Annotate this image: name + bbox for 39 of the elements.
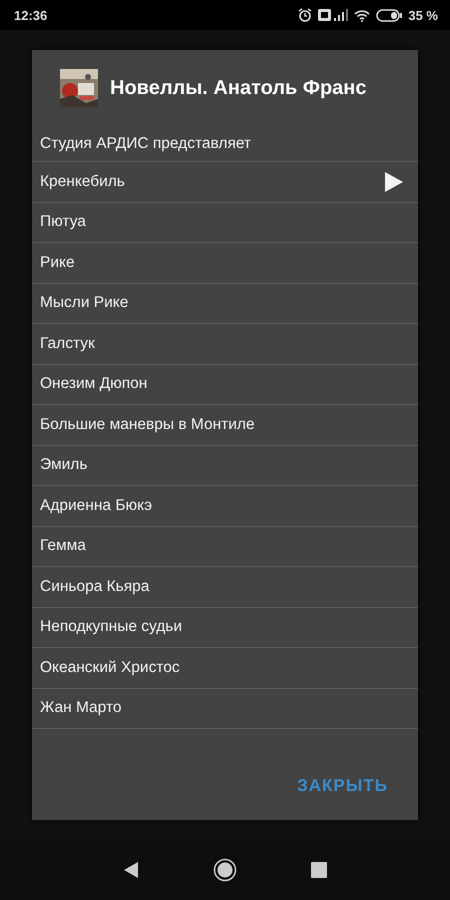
- track-item[interactable]: Океанский Христос: [32, 648, 418, 688]
- wifi-icon: [354, 8, 370, 22]
- track-title: Эмиль: [40, 456, 88, 474]
- track-title: Кренкебиль: [40, 172, 125, 191]
- battery-percent: 35 %: [408, 8, 438, 22]
- track-title: Синьора Кьяра: [40, 578, 150, 596]
- track-item[interactable]: Пютуа: [32, 202, 418, 243]
- alarm-icon: [298, 8, 312, 22]
- track-item[interactable]: Эмиль: [32, 446, 418, 486]
- track-title: Рике: [40, 254, 75, 272]
- track-item[interactable]: Жан Марто: [32, 688, 418, 729]
- track-title: Океанский Христос: [40, 658, 180, 677]
- track-title: Студия АРДИС представляет: [40, 134, 252, 152]
- track-item[interactable]: Студия АРДИС представляет: [32, 126, 418, 162]
- track-item[interactable]: Онезим Дюпон: [32, 364, 418, 405]
- track-item[interactable]: Гемма: [32, 526, 418, 567]
- track-title: Гемма: [40, 537, 86, 556]
- track-item[interactable]: Неподкупные судьи: [32, 608, 418, 648]
- signal-icon: [318, 8, 348, 22]
- track-title: Адриенна Бюкэ: [40, 496, 152, 515]
- dialog-title: Новеллы. Анатоль Франс: [110, 76, 366, 100]
- track-item[interactable]: Кренкебиль: [32, 162, 418, 202]
- track-title: Жан Марто: [40, 699, 122, 718]
- track-title: Онезим Дюпон: [40, 375, 148, 394]
- track-item[interactable]: Синьора Кьяра: [32, 567, 418, 608]
- track-item[interactable]: Мысли Рике: [32, 284, 418, 324]
- track-title: Пютуа: [40, 213, 86, 232]
- track-title: Неподкупные судьи: [40, 618, 182, 636]
- track-title: Галстук: [40, 334, 95, 353]
- battery-icon: [376, 8, 402, 22]
- status-time: 12:36: [14, 8, 48, 22]
- track-title: Большие маневры в Монтиле: [40, 416, 255, 434]
- back-icon[interactable]: [123, 861, 139, 879]
- track-item[interactable]: Рике: [32, 243, 418, 284]
- home-icon[interactable]: [213, 858, 237, 882]
- track-item[interactable]: Адриенна Бюкэ: [32, 486, 418, 526]
- track-item[interactable]: Большие маневры в Монтиле: [32, 405, 418, 446]
- track-item[interactable]: Галстук: [32, 324, 418, 364]
- track-title: Мысли Рике: [40, 294, 128, 312]
